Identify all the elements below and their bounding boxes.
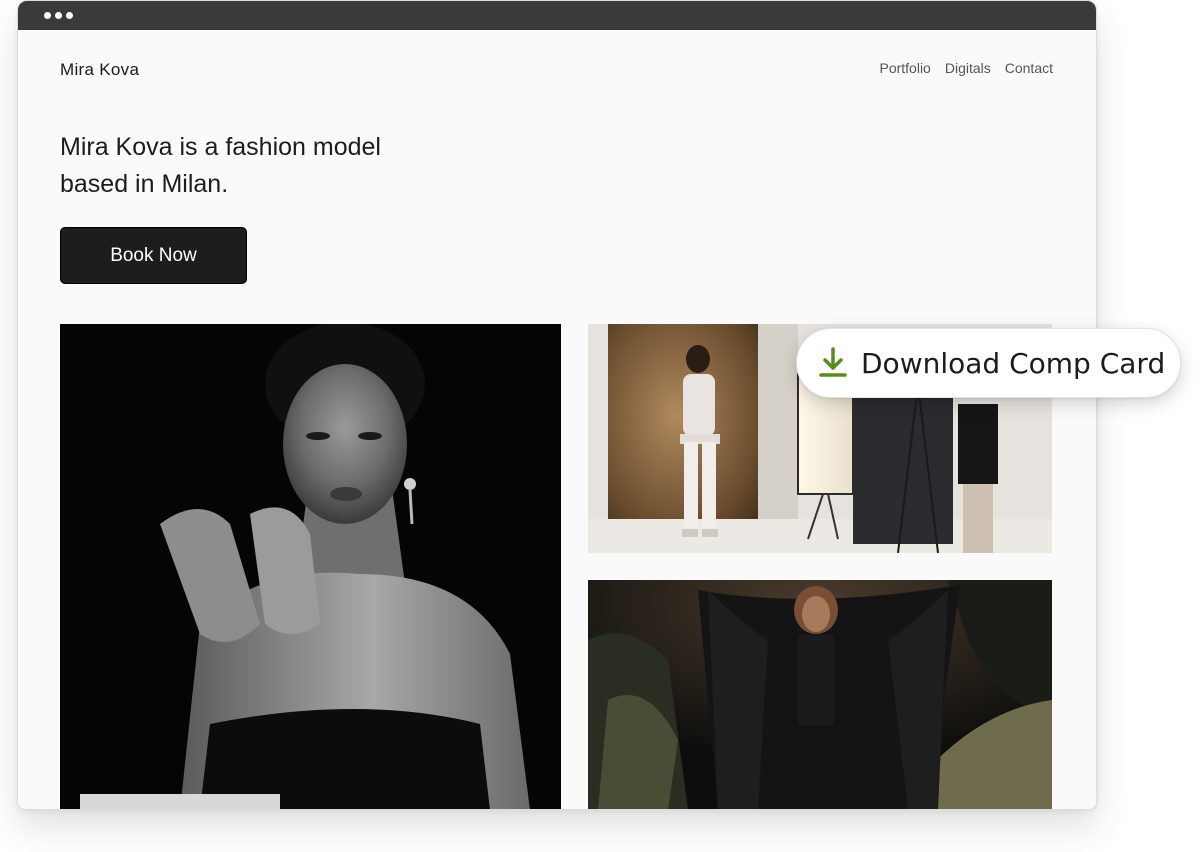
window-titlebar: [18, 1, 1096, 30]
portrait-photo[interactable]: [60, 324, 561, 809]
cave-photo[interactable]: [588, 580, 1052, 809]
site-nav: Portfolio Digitals Contact: [879, 60, 1053, 76]
site-brand[interactable]: Mira Kova: [60, 60, 139, 80]
book-now-button[interactable]: Book Now: [60, 227, 247, 284]
nav-link-portfolio[interactable]: Portfolio: [879, 60, 930, 76]
nav-link-digitals[interactable]: Digitals: [945, 60, 991, 76]
window-dot-icon: [55, 12, 62, 19]
download-comp-card-label: Download Comp Card: [861, 346, 1166, 380]
hero-headline: Mira Kova is a fashion model based in Mi…: [60, 133, 381, 198]
window-dot-icon: [66, 12, 73, 19]
download-comp-card-button[interactable]: Download Comp Card: [796, 328, 1181, 398]
stage: Mira Kova Portfolio Digitals Contact Mir…: [0, 0, 1200, 852]
window-dot-icon: [44, 12, 51, 19]
nav-link-contact[interactable]: Contact: [1005, 60, 1053, 76]
browser-window: Mira Kova Portfolio Digitals Contact Mir…: [17, 0, 1097, 810]
download-icon: [819, 347, 847, 379]
